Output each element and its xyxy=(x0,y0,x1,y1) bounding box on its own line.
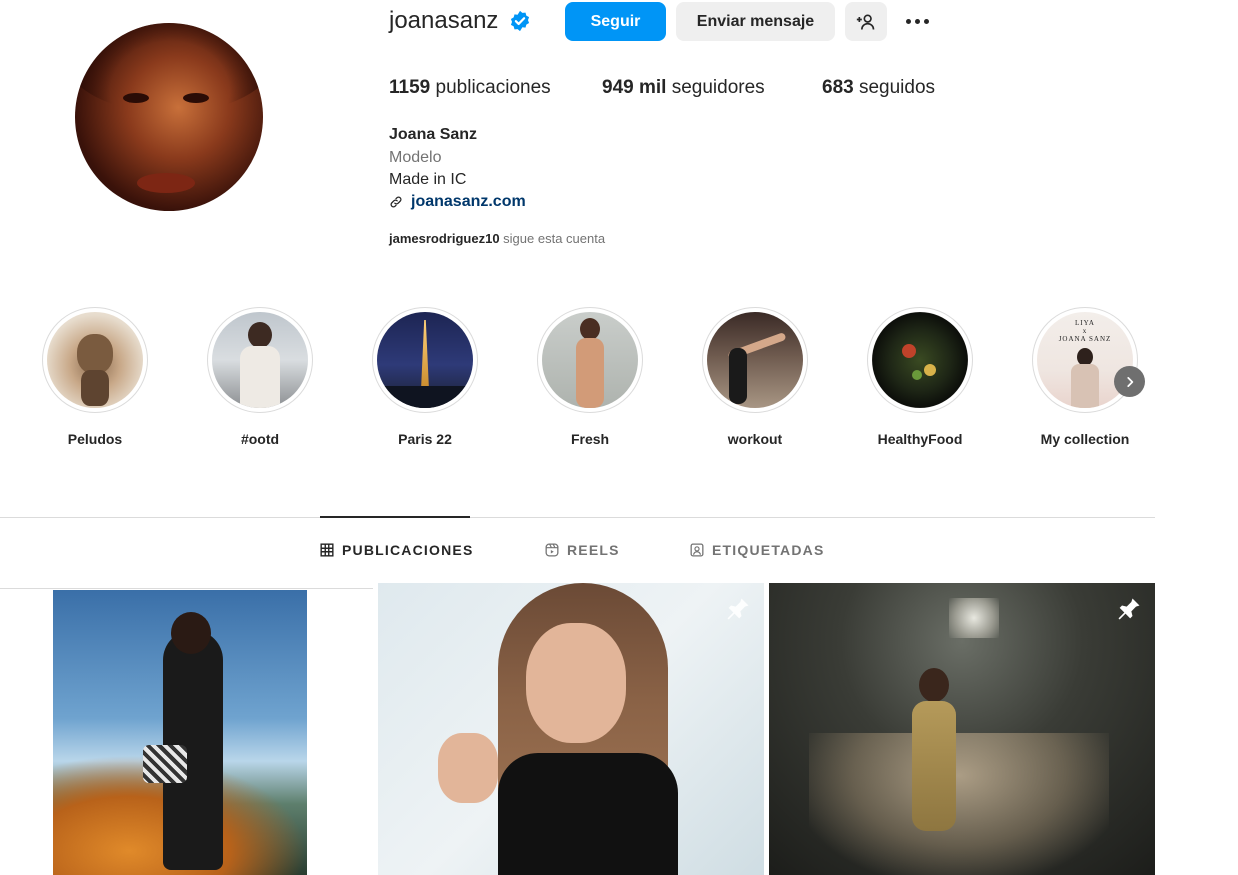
more-options-button[interactable] xyxy=(900,10,934,32)
posts-label: publicaciones xyxy=(435,77,551,98)
follow-button[interactable]: Seguir xyxy=(565,2,666,41)
highlight-label: workout xyxy=(727,431,783,447)
highlight-label: HealthyFood xyxy=(877,431,963,447)
highlight-label: Fresh xyxy=(570,431,610,447)
highlight-label: #ootd xyxy=(240,431,280,447)
highlight-label: Paris 22 xyxy=(398,431,452,447)
post-thumbnail[interactable] xyxy=(769,583,1155,875)
profile-username: joanasanz xyxy=(389,7,499,34)
highlight-cover xyxy=(47,312,143,408)
avatar-detail xyxy=(137,173,195,193)
following-count: 683 xyxy=(822,77,854,98)
following-label: seguidos xyxy=(858,77,936,98)
tagged-icon xyxy=(690,543,704,557)
avatar-detail xyxy=(183,93,209,103)
highlight-cover xyxy=(707,312,803,408)
profile-category: Modelo xyxy=(389,149,442,166)
add-person-icon xyxy=(856,14,875,30)
collection-overlay-text: JOANA SANZ xyxy=(1058,335,1112,343)
stat-posts: 1159 publicaciones xyxy=(389,77,551,99)
highlight-cover xyxy=(212,312,308,408)
link-icon xyxy=(390,196,402,208)
profile-link[interactable]: joanasanz.com xyxy=(389,193,526,211)
highlight-peludos[interactable]: Peludos xyxy=(40,307,150,447)
chevron-right-icon xyxy=(1126,376,1133,387)
profile-link-text[interactable]: joanasanz.com xyxy=(411,193,526,211)
suggest-similar-button[interactable] xyxy=(845,2,887,41)
highlight-workout[interactable]: workout xyxy=(700,307,810,447)
tabs-divider xyxy=(0,517,1155,518)
verified-badge-icon xyxy=(510,10,530,32)
profile-avatar[interactable] xyxy=(75,23,263,211)
profile-bio: Made in IC xyxy=(389,171,467,188)
reels-icon xyxy=(545,543,559,557)
highlight-healthyfood[interactable]: HealthyFood xyxy=(865,307,975,447)
more-options-icon xyxy=(905,18,911,24)
grid-icon xyxy=(320,543,334,557)
collection-overlay-text: x xyxy=(1082,327,1088,335)
highlight-paris-22[interactable]: Paris 22 xyxy=(370,307,480,447)
highlight-cover xyxy=(542,312,638,408)
tab-posts[interactable]: PUBLICACIONES xyxy=(320,542,474,558)
pinned-icon xyxy=(1118,598,1140,620)
highlight-fresh[interactable]: Fresh xyxy=(535,307,645,447)
tab-posts-label: PUBLICACIONES xyxy=(342,542,474,558)
highlights-next-button[interactable] xyxy=(1114,366,1145,397)
send-message-button[interactable]: Enviar mensaje xyxy=(676,2,835,41)
tab-reels-label: REELS xyxy=(567,542,620,558)
followed-by-text: sigue esta cuenta xyxy=(499,231,606,246)
grid-divider xyxy=(0,588,373,589)
tab-reels[interactable]: REELS xyxy=(545,542,620,558)
followed-by[interactable]: jamesrodriguez10 sigue esta cuenta xyxy=(389,231,605,246)
highlight-ootd[interactable]: #ootd xyxy=(205,307,315,447)
highlight-label: My collection xyxy=(1040,431,1130,447)
avatar-detail xyxy=(123,93,149,103)
highlight-cover xyxy=(377,312,473,408)
highlight-cover xyxy=(872,312,968,408)
collection-overlay-text: LIYA xyxy=(1075,319,1095,327)
followers-label: seguidores xyxy=(671,77,765,98)
posts-count: 1159 xyxy=(389,77,431,98)
post-thumbnail[interactable] xyxy=(53,590,307,875)
followers-count: 949 mil xyxy=(602,77,667,98)
stat-following[interactable]: 683 seguidos xyxy=(822,77,935,99)
active-tab-indicator xyxy=(320,516,470,518)
followed-by-user: jamesrodriguez10 xyxy=(389,231,500,246)
tab-tagged[interactable]: ETIQUETADAS xyxy=(690,542,825,558)
profile-full-name: Joana Sanz xyxy=(389,126,478,143)
post-thumbnail[interactable] xyxy=(378,583,764,875)
tab-tagged-label: ETIQUETADAS xyxy=(712,542,825,558)
highlight-label: Peludos xyxy=(67,431,123,447)
stat-followers[interactable]: 949 mil seguidores xyxy=(602,77,765,99)
highlight-cover: LIYA x JOANA SANZ xyxy=(1037,312,1133,408)
pinned-icon xyxy=(727,598,749,620)
